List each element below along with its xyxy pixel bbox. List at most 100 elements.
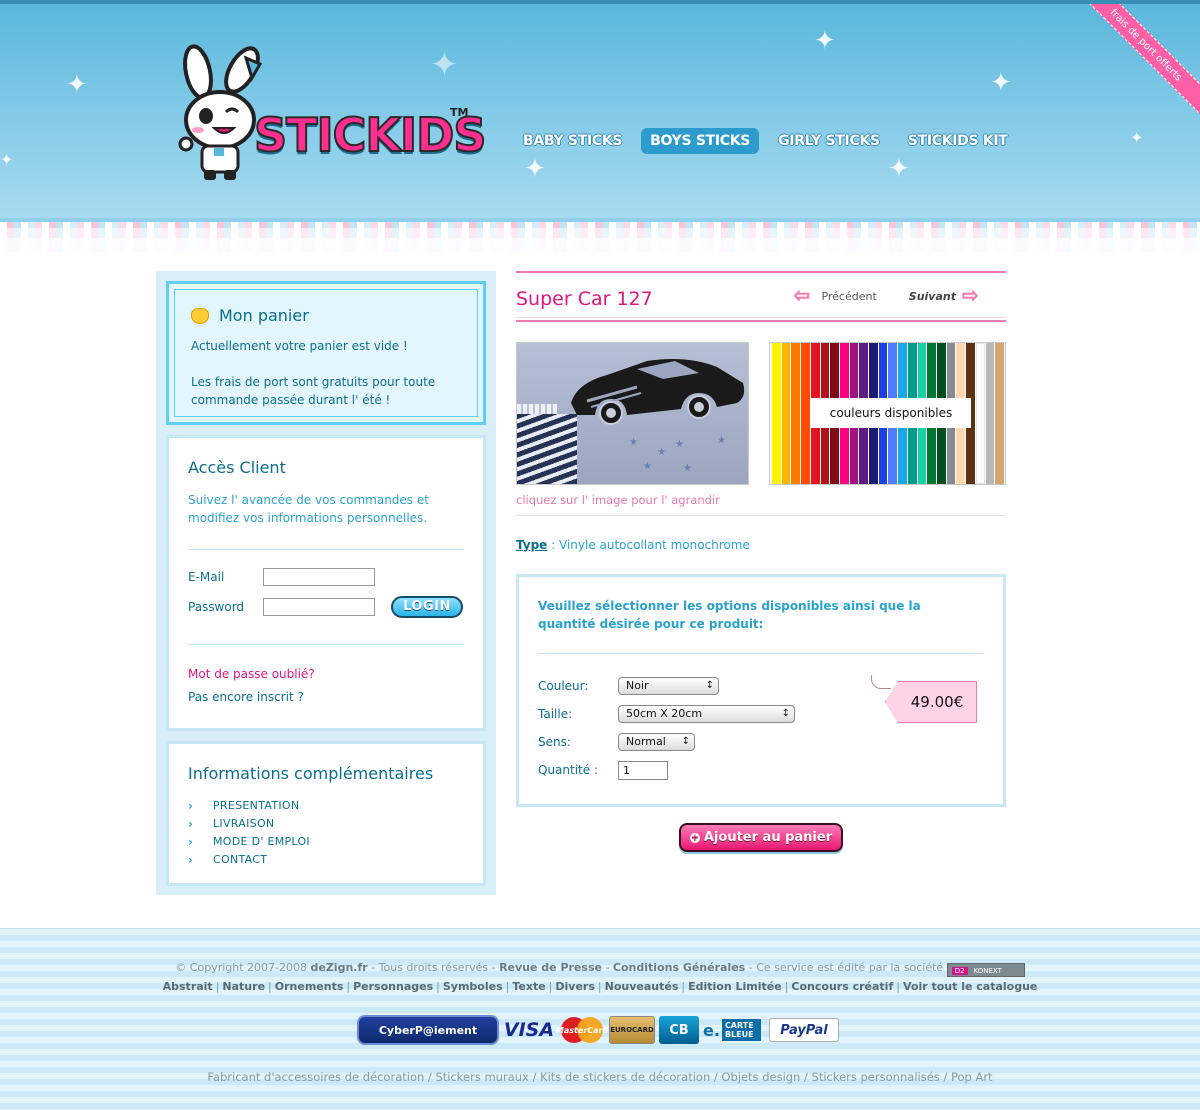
add-to-cart-button[interactable]: + Ajouter au panier (679, 823, 843, 852)
terms-link[interactable]: Conditions Générales (613, 961, 745, 974)
cart-icon (191, 307, 209, 324)
product-options-box: Veuillez sélectionner les options dispon… (516, 574, 1006, 807)
product-photo[interactable]: ★ ★ ★ ★ ★ ★ (516, 342, 749, 485)
category-link[interactable]: Voir tout le catalogue (903, 980, 1037, 993)
category-link[interactable]: Concours créatif (791, 980, 893, 993)
color-swatch[interactable] (791, 343, 801, 484)
press-link[interactable]: Revue de Presse (499, 961, 602, 974)
client-access-description: Suivez l' avancée de vos commandes et mo… (188, 493, 429, 525)
product-pager: ⇦ Précédent Suivant ⇨ (793, 285, 984, 305)
email-row: E-Mail (188, 568, 464, 586)
cart-box: Mon panier Actuellement votre panier est… (166, 281, 486, 425)
category-link[interactable]: Edition Limitée (688, 980, 782, 993)
info-link-contact[interactable]: › CONTACT (188, 851, 464, 869)
visa-logo: VISA (503, 1019, 555, 1041)
color-swatch[interactable] (975, 343, 985, 484)
client-access-title: Accès Client (188, 458, 286, 477)
nav-baby-sticks[interactable]: BABY STICKS (514, 128, 631, 154)
category-separator: | (784, 980, 789, 993)
password-row: Password LOGIN (188, 596, 464, 618)
category-link[interactable]: Divers (555, 980, 595, 993)
options-intro: Veuillez sélectionner les options dispon… (538, 599, 921, 631)
sparkle-icon: ✦ (66, 70, 88, 100)
info-link-label: LIVRAISON (213, 817, 275, 830)
chevron-right-icon: › (188, 817, 194, 831)
category-separator: | (346, 980, 351, 993)
sparkle-icon: ✦ (814, 26, 836, 56)
color-swatch[interactable] (772, 343, 781, 484)
category-link[interactable]: Nouveautés (605, 980, 679, 993)
divider (188, 644, 464, 645)
ecb-text: CARTE BLEUE (721, 1019, 761, 1041)
color-select[interactable]: Noir (618, 677, 719, 695)
info-link-livraison[interactable]: › LIVRAISON (188, 815, 464, 833)
site-logo[interactable]: STICKIDS TM (176, 44, 487, 184)
rights-text: - Tous droits réservés - (367, 961, 500, 974)
type-value: Vinyle autocollant monochrome (559, 538, 750, 552)
next-link[interactable]: Suivant (909, 290, 956, 303)
category-separator: | (597, 980, 602, 993)
info-link-mode-emploi[interactable]: › MODE D' EMPLOI (188, 833, 464, 851)
client-access-box: Accès Client Suivez l' avancée de vos co… (166, 435, 486, 731)
konext-logo[interactable]: D2 KONEXT (946, 963, 1025, 977)
color-swatch[interactable] (985, 343, 995, 484)
eurocard-logo: EUROCARD (609, 1016, 655, 1044)
mastercard-logo: MasterCard (556, 1016, 608, 1044)
cart-shipping-message: Les frais de port sont gratuits pour tou… (191, 375, 436, 407)
category-link[interactable]: Texte (512, 980, 545, 993)
add-to-cart-wrap: + Ajouter au panier (516, 823, 1006, 852)
cb-logo: CB (659, 1016, 699, 1044)
category-link[interactable]: Abstrait (163, 980, 213, 993)
category-link[interactable]: Personnages (353, 980, 433, 993)
register-link[interactable]: Pas encore inscrit ? (188, 686, 464, 709)
info-link-presentation[interactable]: › PRESENTATION (188, 797, 464, 815)
arrow-left-icon[interactable]: ⇦ (793, 285, 815, 305)
site-header: ✦ ✦ ✦ ✦ ✦ ✦ ✦ ✦ STICKIDS TM BABY STICKS … (0, 0, 1200, 222)
direction-select[interactable]: Normal (618, 733, 695, 751)
info-link-label: MODE D' EMPLOI (213, 835, 310, 848)
add-to-cart-label: Ajouter au panier (703, 830, 833, 845)
paypal-logo: PayPal (769, 1018, 839, 1042)
car-sticker-icon (571, 359, 745, 425)
price-tag: 49.00€ (885, 681, 977, 723)
category-link[interactable]: Symboles (443, 980, 503, 993)
sparkle-icon: ✦ (1130, 128, 1144, 147)
nav-stickids-kit[interactable]: STICKIDS KIT (899, 128, 1017, 154)
star-icon: ★ (717, 435, 726, 446)
previous-link[interactable]: Précédent (821, 290, 876, 303)
quantity-input[interactable]: 1 (618, 760, 668, 780)
category-link[interactable]: Nature (222, 980, 265, 993)
cart-heading: Mon panier (191, 306, 461, 325)
ecb-e: e. (703, 1020, 720, 1040)
free-shipping-ribbon[interactable]: frais de port offerts (1074, 4, 1200, 117)
info-box: Informations complémentaires › PRESENTATI… (166, 741, 486, 886)
size-select[interactable]: 50cm X 20cm (618, 705, 795, 723)
color-swatches[interactable]: couleurs disponibles (769, 342, 1006, 485)
logo-trademark: TM (450, 106, 469, 119)
enlarge-hint[interactable]: cliquez sur l' image pour l' agrandir (516, 493, 1006, 507)
footer-categories: Abstrait | Nature | Ornements | Personnages | Sy… (0, 980, 1200, 993)
footer-copyright-line: © Copyright 2007-2008 deZign.fr - Tous d… (0, 961, 1200, 977)
star-icon: ★ (675, 439, 684, 450)
email-input[interactable] (263, 568, 375, 586)
login-button[interactable]: LOGIN (391, 596, 463, 618)
color-swatch[interactable] (781, 343, 791, 484)
cyberpaiement-logo: CyberP@iement (357, 1015, 499, 1045)
nav-girly-sticks[interactable]: GIRLY STICKS (769, 128, 889, 154)
payment-logos: CyberP@iement VISA MasterCard EUROCARD C… (357, 1015, 839, 1045)
color-swatch[interactable] (995, 343, 1004, 484)
nav-boys-sticks[interactable]: BOYS STICKS (641, 128, 760, 154)
forgot-password-link[interactable]: Mot de passe oublié? (188, 663, 464, 686)
info-title: Informations complémentaires (188, 764, 434, 783)
type-label[interactable]: Type (516, 538, 547, 552)
password-label: Password (188, 600, 245, 614)
category-separator: | (896, 980, 900, 993)
star-icon: ★ (629, 437, 638, 448)
color-swatch[interactable] (801, 343, 810, 484)
category-link[interactable]: Ornements (275, 980, 344, 993)
divider (188, 549, 464, 550)
price-tag-string (871, 675, 891, 689)
password-input[interactable] (263, 598, 375, 616)
arrow-right-icon[interactable]: ⇨ (962, 285, 984, 305)
site-link[interactable]: deZign.fr (311, 961, 368, 974)
